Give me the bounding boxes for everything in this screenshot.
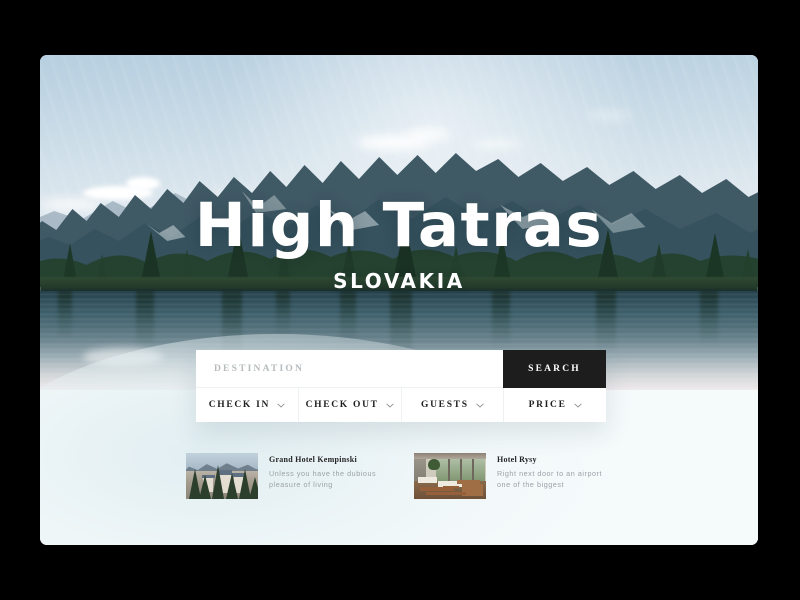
result-title: Grand Hotel Kempinski	[269, 455, 357, 464]
chevron-down-icon	[385, 402, 394, 408]
results-list: Grand Hotel Kempinski Unless you have th…	[186, 453, 616, 499]
filter-guests[interactable]: GUESTS	[400, 388, 504, 422]
filter-price[interactable]: PRICE	[503, 388, 606, 422]
filter-guests-label: GUESTS	[421, 400, 469, 410]
filter-check-out[interactable]: CHECK OUT	[297, 388, 401, 422]
result-card-hotel-rysy[interactable]: Hotel Rysy Right next door to an airport…	[414, 453, 616, 499]
cloud	[585, 111, 632, 119]
filter-check-in-label: CHECK IN	[208, 400, 271, 410]
search-button[interactable]: SEARCH	[503, 350, 606, 388]
result-thumbnail	[414, 453, 486, 499]
chevron-down-icon	[277, 402, 285, 408]
result-title: Hotel Rysy	[497, 455, 537, 464]
app-card: High Tatras SLOVAKIA SEARCH CHECK IN CHE…	[40, 55, 758, 545]
cloud	[406, 128, 451, 140]
thumb-tree	[211, 465, 224, 499]
result-card-grand-hotel-kempinski[interactable]: Grand Hotel Kempinski Unless you have th…	[186, 453, 388, 499]
chevron-down-icon	[573, 402, 582, 408]
filter-check-out-label: CHECK OUT	[305, 400, 379, 410]
result-text: Hotel Rysy Right next door to an airport…	[497, 453, 605, 499]
filter-row: CHECK IN CHECK OUT GUESTS PRICE	[196, 388, 606, 422]
thumb-bench	[419, 487, 455, 491]
result-description: Unless you have the dubious pleasure of …	[269, 469, 377, 490]
thumb-tree	[198, 475, 211, 499]
result-text: Grand Hotel Kempinski Unless you have th…	[269, 453, 377, 499]
page-subtitle: SLOVAKIA	[333, 269, 465, 293]
filter-price-label: PRICE	[528, 400, 567, 410]
chevron-down-icon	[476, 402, 484, 408]
result-description: Right next door to an airport one of the…	[497, 469, 603, 490]
result-thumbnail	[186, 453, 258, 499]
hero-banner: High Tatras SLOVAKIA	[40, 55, 758, 390]
thumb-tree	[249, 477, 258, 499]
hero-text-block: High Tatras SLOVAKIA	[40, 195, 758, 293]
thumb-tree	[226, 473, 239, 499]
page-title: High Tatras	[194, 190, 604, 261]
thumb-table	[418, 476, 438, 483]
thumb-bench	[425, 491, 466, 495]
thumb-plant	[428, 458, 440, 471]
thumb-ceiling	[414, 453, 486, 460]
destination-row: SEARCH	[196, 349, 606, 388]
filter-check-in[interactable]: CHECK IN	[196, 388, 298, 422]
search-panel: SEARCH CHECK IN CHECK OUT GUESTS	[196, 349, 606, 422]
